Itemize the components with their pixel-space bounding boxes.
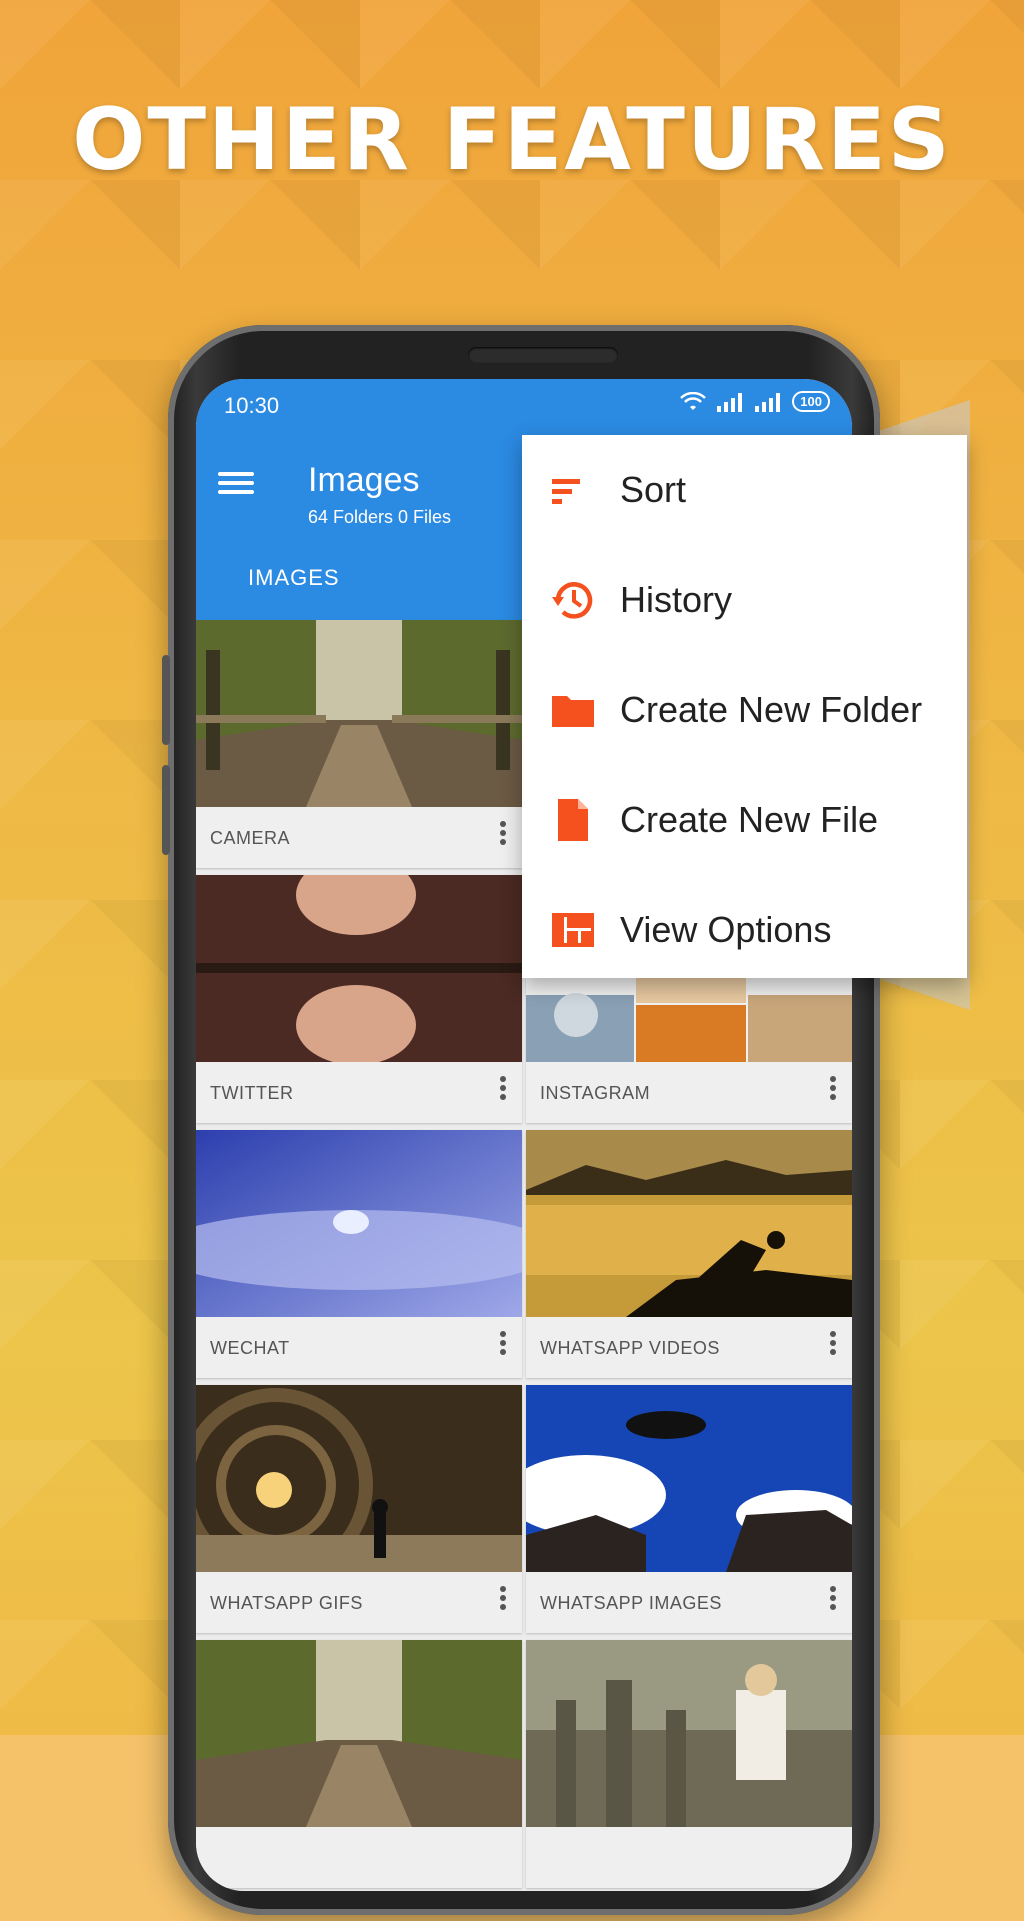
page-title: Images: [308, 461, 420, 499]
folder-thumbnail: [196, 1130, 522, 1317]
more-vert-icon[interactable]: [830, 1073, 838, 1103]
folder-thumbnail: [196, 875, 522, 1062]
folder-tile-whatsapp-images[interactable]: WHATSAPP IMAGES: [526, 1385, 852, 1633]
status-bar: 10:30 100: [196, 379, 852, 429]
menu-item-label: Sort: [620, 469, 687, 510]
folder-tile-partial-2[interactable]: [526, 1640, 852, 1888]
menu-item-label: History: [620, 579, 733, 620]
headline: OTHER FEATURES: [72, 90, 952, 190]
more-vert-icon[interactable]: [830, 1583, 838, 1613]
status-time: 10:30: [224, 393, 280, 418]
folder-label: WHATSAPP GIFS: [210, 1593, 363, 1613]
history-icon: [552, 582, 593, 619]
menu-item-label: View Options: [620, 909, 832, 950]
folder-thumbnail: [196, 1385, 522, 1572]
battery-icon: 100: [792, 391, 830, 412]
view-options-icon: [552, 913, 594, 947]
volume-down-button: [162, 765, 170, 855]
folder-label: WECHAT: [210, 1338, 290, 1358]
folder-tile-whatsapp-gifs[interactable]: WHATSAPP GIFS: [196, 1385, 522, 1633]
menu-item-label: Create New Folder: [620, 689, 923, 730]
folder-tile-camera[interactable]: CAMERA: [196, 620, 522, 868]
page-subtitle: 64 Folders 0 Files: [308, 507, 452, 527]
speaker-grille: [468, 347, 618, 363]
signal-icon: [717, 392, 743, 412]
more-vert-icon[interactable]: [500, 1328, 508, 1358]
folder-thumbnail: [196, 1640, 522, 1827]
signal-icon-2: [755, 392, 781, 412]
folder-tile-wechat[interactable]: WECHAT: [196, 1130, 522, 1378]
folder-tile-whatsapp-videos[interactable]: WHATSAPP VIDEOS: [526, 1130, 852, 1378]
folder-label: TWITTER: [210, 1083, 294, 1103]
menu-item-create-folder[interactable]: Create New Folder: [522, 655, 967, 765]
folder-icon: [552, 696, 594, 727]
folder-label: INSTAGRAM: [540, 1083, 651, 1103]
menu-item-view-options[interactable]: View Options: [522, 875, 967, 985]
folder-label: WHATSAPP IMAGES: [540, 1593, 722, 1613]
menu-item-sort[interactable]: Sort: [522, 435, 967, 545]
overflow-menu: Sort History Create New Folder Create Ne…: [522, 435, 967, 978]
folder-thumbnail: [526, 1130, 852, 1317]
more-vert-icon[interactable]: [500, 1583, 508, 1613]
tab-images[interactable]: IMAGES: [248, 565, 340, 591]
folder-thumbnail: [526, 1385, 852, 1572]
sort-icon: [552, 479, 580, 504]
menu-hamburger-icon[interactable]: [218, 467, 254, 499]
more-vert-icon[interactable]: [830, 1328, 838, 1358]
wifi-icon: [680, 391, 707, 410]
more-vert-icon[interactable]: [500, 818, 508, 848]
volume-up-button: [162, 655, 170, 745]
folder-label: WHATSAPP VIDEOS: [540, 1338, 720, 1358]
folder-thumbnail: [526, 1640, 852, 1827]
folder-tile-partial-1[interactable]: [196, 1640, 522, 1888]
folder-tile-twitter[interactable]: TWITTER: [196, 875, 522, 1123]
more-vert-icon[interactable]: [500, 1073, 508, 1103]
status-icons: 100: [680, 391, 830, 412]
menu-item-history[interactable]: History: [522, 545, 967, 655]
menu-item-create-file[interactable]: Create New File: [522, 765, 967, 875]
file-icon: [558, 799, 588, 841]
folder-thumbnail: [196, 620, 522, 807]
menu-item-label: Create New File: [620, 799, 879, 840]
folder-label: CAMERA: [210, 828, 291, 848]
